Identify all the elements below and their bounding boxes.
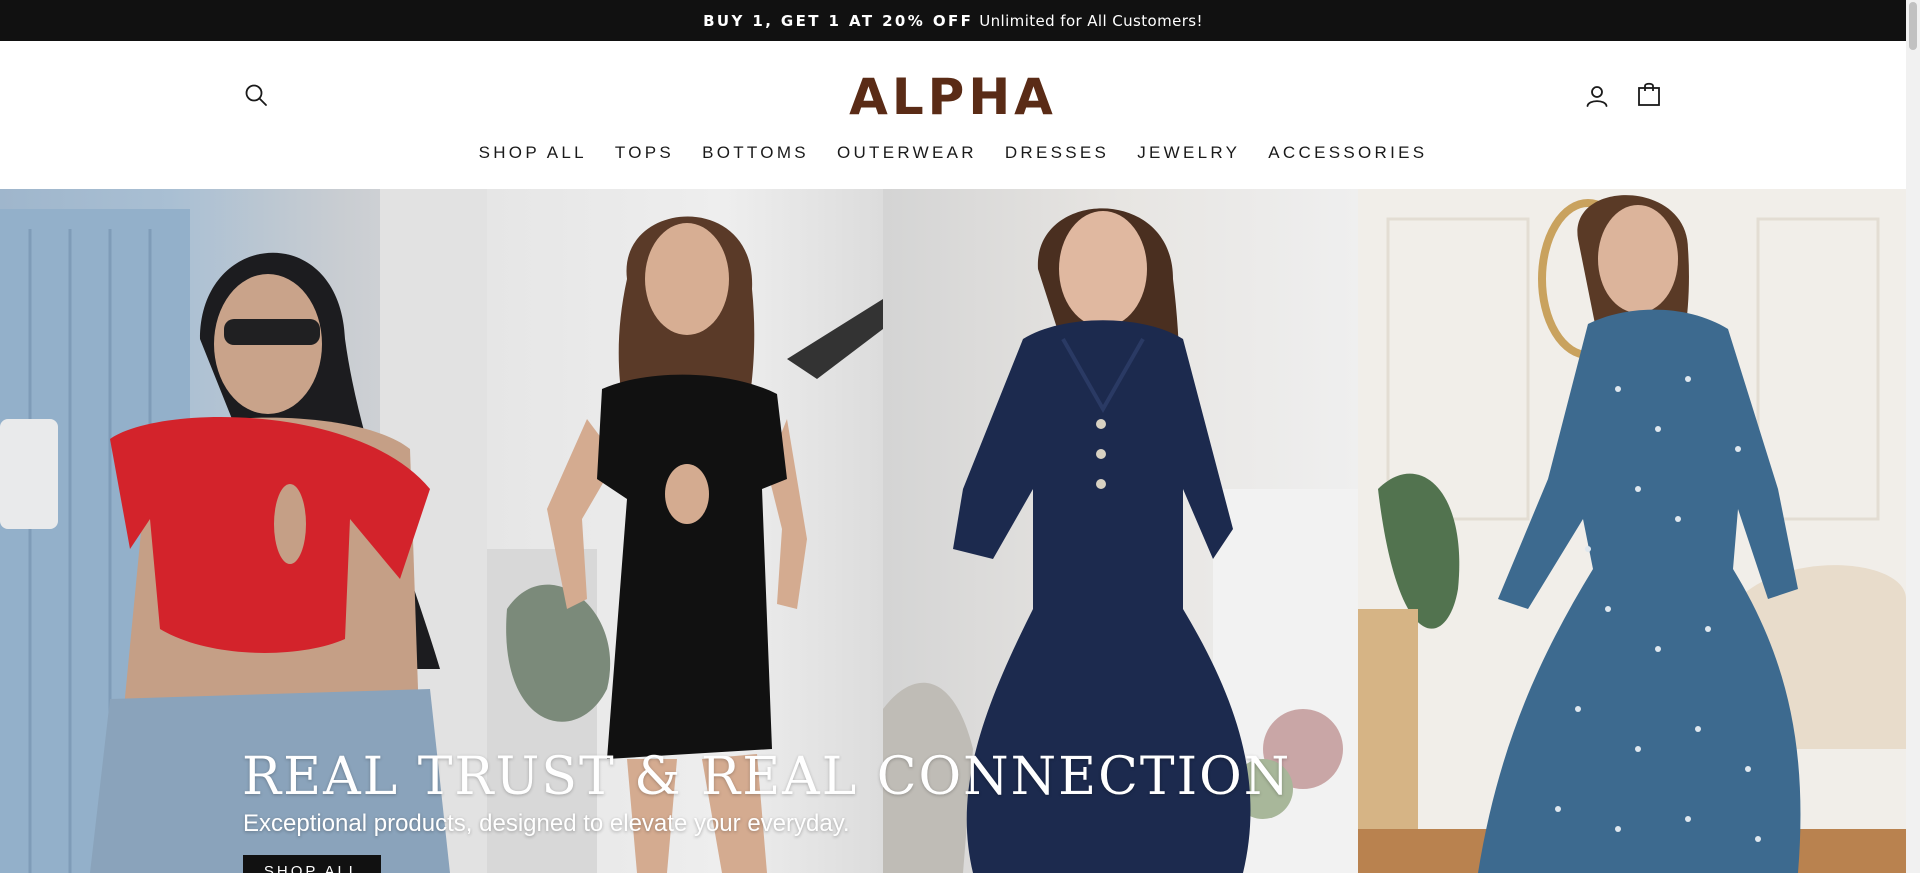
shopping-bag-icon bbox=[1638, 82, 1660, 106]
nav-item-bottoms[interactable]: BOTTOMS bbox=[688, 143, 823, 163]
announcement-promo: BUY 1, GET 1 AT 20% OFF bbox=[703, 11, 974, 30]
hero-photo-model-floral-dress bbox=[1358, 189, 1906, 873]
hero-banner: REAL TRUST & REAL CONNECTION Exceptional… bbox=[0, 189, 1906, 873]
nav-item-outerwear[interactable]: OUTERWEAR bbox=[823, 143, 991, 163]
site-logo[interactable]: ALPHA bbox=[849, 72, 1056, 122]
cart-button[interactable] bbox=[1632, 77, 1666, 111]
main-nav: SHOP ALL TOPS BOTTOMS OUTERWEAR DRESSES … bbox=[0, 138, 1906, 168]
hero-title: REAL TRUST & REAL CONNECTION bbox=[242, 747, 1292, 807]
nav-item-shop-all[interactable]: SHOP ALL bbox=[465, 143, 601, 163]
nav-item-accessories[interactable]: ACCESSORIES bbox=[1254, 143, 1441, 163]
nav-item-jewelry[interactable]: JEWELRY bbox=[1123, 143, 1254, 163]
search-button[interactable] bbox=[240, 79, 272, 111]
nav-item-tops[interactable]: TOPS bbox=[601, 143, 688, 163]
user-icon bbox=[1586, 86, 1608, 107]
account-button[interactable] bbox=[1580, 79, 1614, 113]
shop-all-button[interactable]: SHOP ALL bbox=[243, 855, 381, 873]
announcement-message: Unlimited for All Customers! bbox=[979, 11, 1203, 30]
hero-subtitle: Exceptional products, designed to elevat… bbox=[243, 810, 850, 837]
search-icon bbox=[245, 84, 267, 106]
page-scrollbar[interactable] bbox=[1906, 0, 1920, 873]
announcement-bar: BUY 1, GET 1 AT 20% OFF Unlimited for Al… bbox=[0, 0, 1906, 41]
scrollbar-thumb[interactable] bbox=[1909, 2, 1917, 50]
site-header: ALPHA SHOP ALL TOPS BOTTOMS OUTERWEAR DR… bbox=[0, 41, 1906, 189]
nav-item-dresses[interactable]: DRESSES bbox=[991, 143, 1123, 163]
